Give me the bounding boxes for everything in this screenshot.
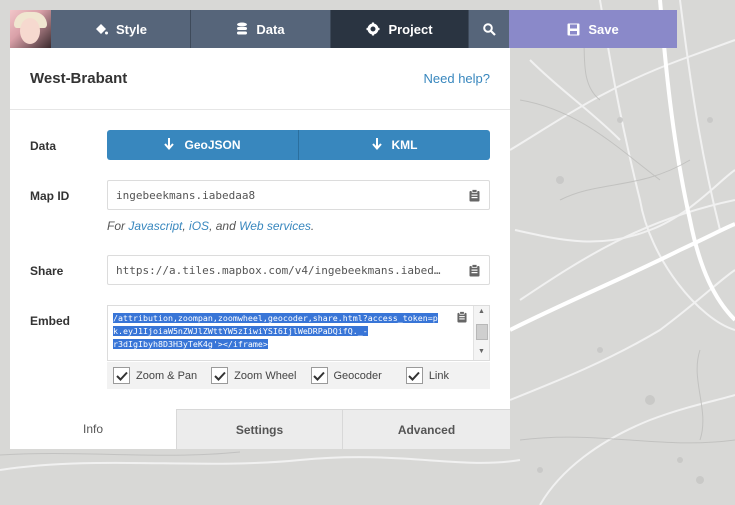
tab-settings[interactable]: Settings	[176, 409, 342, 449]
map-id-value: ingebeekmans.iabedaa8	[116, 188, 256, 202]
checkbox[interactable]	[211, 367, 229, 384]
arrow-down-icon	[164, 137, 175, 153]
download-buttons: GeoJSON KML	[107, 130, 490, 160]
gear-icon	[366, 22, 380, 36]
option-link[interactable]: Link	[405, 367, 449, 384]
tab-data[interactable]: Data	[191, 10, 331, 48]
sdk-links: For Javascript, iOS, and Web services.	[107, 219, 314, 233]
checkmark-icon	[313, 371, 325, 381]
clipboard-icon[interactable]	[457, 310, 467, 328]
user-avatar[interactable]	[10, 10, 51, 48]
download-kml-button[interactable]: KML	[298, 130, 490, 160]
javascript-link[interactable]: Javascript	[128, 219, 182, 233]
save-button[interactable]: Save	[509, 10, 677, 48]
top-toolbar: Style Data Project Save	[10, 10, 677, 48]
embed-code-textarea[interactable]: /attribution,zoompan,zoomwheel,geocoder,…	[107, 305, 490, 361]
tab-project[interactable]: Project	[331, 10, 469, 48]
option-zoom-pan[interactable]: Zoom & Pan	[113, 367, 197, 384]
search-icon	[482, 22, 496, 36]
scroll-down-icon[interactable]: ▼	[478, 348, 485, 355]
share-row-label: Share	[30, 264, 64, 278]
scroll-up-icon[interactable]: ▲	[478, 308, 485, 315]
option-geocoder[interactable]: Geocoder	[310, 367, 382, 384]
tab-advanced[interactable]: Advanced	[342, 409, 510, 449]
embed-row-label: Embed	[30, 314, 71, 328]
ios-link[interactable]: iOS	[189, 219, 209, 233]
checkbox[interactable]	[310, 367, 328, 384]
map-id-field[interactable]: ingebeekmans.iabedaa8	[107, 180, 490, 210]
clipboard-icon[interactable]	[469, 189, 480, 207]
tab-style-label: Style	[115, 21, 148, 37]
for-prefix: For	[107, 219, 129, 233]
share-url-field[interactable]: https://a.tiles.mapbox.com/v4/ingebeekma…	[107, 255, 490, 285]
suffix: .	[310, 219, 315, 233]
clipboard-icon[interactable]	[469, 264, 480, 282]
checkmark-icon	[408, 371, 421, 381]
embed-line: /attribution,zoompan,zoomwheel,geocoder,…	[113, 313, 438, 323]
web-services-link[interactable]: Web services	[239, 219, 311, 233]
need-help-link[interactable]: Need help?	[424, 71, 491, 86]
share-url-value: https://a.tiles.mapbox.com/v4/ingebeekma…	[116, 263, 441, 277]
mapid-row-label: Map ID	[30, 189, 70, 203]
option-label: Zoom Wheel	[234, 369, 297, 382]
panel-header: West-Brabant Need help?	[10, 48, 510, 110]
save-label: Save	[588, 21, 619, 37]
embed-line: k.eyJ1IjoiaW5nZWJlZWttYW5zIiwiYSI6IjlWeD…	[113, 326, 368, 336]
option-label: Link	[428, 369, 449, 382]
kml-label: KML	[391, 138, 418, 152]
scroll-thumb[interactable]	[476, 324, 488, 340]
tab-data-label: Data	[256, 21, 285, 37]
checkbox[interactable]	[113, 367, 130, 384]
tab-info[interactable]: Info	[10, 409, 176, 449]
tab-style[interactable]: Style	[51, 10, 191, 48]
search-button[interactable]	[469, 10, 509, 48]
arrow-down-icon	[371, 137, 382, 153]
geojson-label: GeoJSON	[184, 138, 241, 152]
embed-scrollbar[interactable]: ▲ ▼	[473, 306, 489, 360]
separator: , and	[209, 219, 240, 233]
checkmark-icon	[213, 371, 226, 381]
database-icon	[236, 22, 248, 36]
checkbox[interactable]	[405, 367, 423, 384]
project-title: West-Brabant	[30, 70, 128, 87]
option-zoom-wheel[interactable]: Zoom Wheel	[211, 367, 297, 384]
project-panel: West-Brabant Need help? Data GeoJSON KML…	[10, 48, 510, 449]
paint-bucket-icon	[94, 22, 108, 36]
option-label: Geocoder	[333, 369, 382, 382]
panel-tabs: Info Settings Advanced	[10, 409, 510, 449]
tab-project-label: Project	[388, 21, 433, 37]
embed-code-text: /attribution,zoompan,zoomwheel,geocoder,…	[113, 312, 461, 351]
embed-options: Zoom & Pan Zoom Wheel Geocoder Link	[107, 362, 490, 389]
data-row-label: Data	[30, 139, 57, 153]
floppy-disk-icon	[567, 23, 580, 36]
option-label: Zoom & Pan	[136, 369, 198, 382]
checkmark-icon	[115, 371, 128, 381]
embed-line: r3dIgIbyh8D3H3yTeK4g'></iframe>	[113, 339, 268, 349]
download-geojson-button[interactable]: GeoJSON	[107, 130, 298, 160]
